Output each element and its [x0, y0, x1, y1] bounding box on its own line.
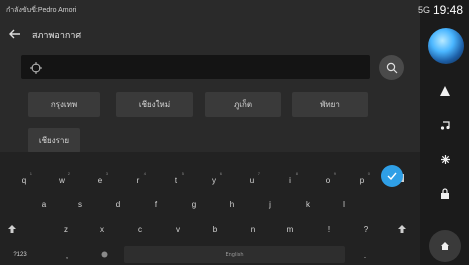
key[interactable]: r4	[126, 170, 150, 190]
key[interactable]: k	[296, 194, 320, 214]
search-button[interactable]	[379, 55, 404, 80]
checkmark-icon	[387, 172, 397, 180]
driver-name: กำลังขับขี่:Pedro Amori	[6, 7, 77, 14]
home-button[interactable]	[429, 230, 461, 262]
search-box[interactable]	[21, 55, 370, 79]
search-input[interactable]	[51, 59, 361, 75]
chip-city[interactable]: พัทยา	[292, 92, 368, 117]
status-right: 5G 19:48	[418, 3, 463, 17]
key[interactable]: p0	[350, 170, 374, 190]
navigation-arrow-icon	[440, 86, 450, 96]
key[interactable]: f	[144, 194, 168, 214]
key[interactable]: m	[278, 219, 302, 239]
header: สภาพอากาศ	[8, 25, 81, 45]
chip-city[interactable]: ภูเก็ต	[205, 92, 281, 117]
numbers-key[interactable]: ?123	[6, 245, 34, 265]
key[interactable]: n	[241, 219, 265, 239]
fan-icon	[440, 154, 450, 164]
shift-key-right[interactable]	[390, 219, 414, 239]
key[interactable]: c	[128, 219, 152, 239]
key[interactable]: u7	[240, 170, 264, 190]
home-icon	[441, 242, 449, 250]
shift-key[interactable]	[0, 219, 24, 239]
media-button[interactable]	[430, 110, 460, 140]
key[interactable]: e3	[88, 170, 112, 190]
key[interactable]: a	[32, 194, 56, 214]
chip-city[interactable]: กรุงเทพ	[28, 92, 100, 117]
shift-icon	[398, 225, 406, 233]
space-key[interactable]: English	[124, 246, 345, 263]
comma-key[interactable]: ,	[55, 245, 79, 265]
key[interactable]: ?	[354, 219, 378, 239]
chip-city[interactable]: เชียงราย	[28, 128, 80, 153]
chip-city[interactable]: เชียงใหม่	[116, 92, 193, 117]
key[interactable]: b	[203, 219, 227, 239]
key[interactable]: w2	[50, 170, 74, 190]
key[interactable]: s	[68, 194, 92, 214]
key[interactable]: t5	[164, 170, 188, 190]
key[interactable]: j	[258, 194, 282, 214]
key[interactable]: !	[317, 219, 341, 239]
key[interactable]: q1	[12, 170, 36, 190]
page-title: สภาพอากาศ	[32, 30, 82, 40]
globe-key[interactable]	[92, 244, 116, 264]
voice-assistant-icon[interactable]	[428, 28, 464, 64]
shift-icon	[8, 225, 16, 233]
key[interactable]: l	[332, 194, 356, 214]
signal-indicator: 5G	[417, 5, 430, 15]
clock: 19:48	[432, 3, 463, 17]
key[interactable]: g	[182, 194, 206, 214]
key[interactable]: h	[220, 194, 244, 214]
globe-icon	[101, 251, 107, 257]
lock-button[interactable]	[430, 178, 460, 208]
lock-icon	[441, 187, 449, 199]
key[interactable]: v	[166, 219, 190, 239]
key[interactable]: y6	[202, 170, 226, 190]
navigation-button[interactable]	[430, 76, 460, 106]
enter-key[interactable]	[381, 165, 403, 187]
key[interactable]: o9	[316, 170, 340, 190]
period-key[interactable]: .	[353, 245, 377, 265]
back-arrow-icon[interactable]	[8, 27, 24, 43]
key[interactable]: x	[90, 219, 114, 239]
key[interactable]: i8	[278, 170, 302, 190]
location-target-icon[interactable]	[29, 60, 43, 74]
key[interactable]: d	[106, 194, 130, 214]
climate-button[interactable]	[430, 144, 460, 174]
search-icon	[386, 62, 397, 73]
key[interactable]: z	[54, 219, 78, 239]
status-bar: กำลังขับขี่:Pedro Amori 5G 19:48	[0, 0, 469, 22]
music-note-icon	[440, 121, 450, 130]
